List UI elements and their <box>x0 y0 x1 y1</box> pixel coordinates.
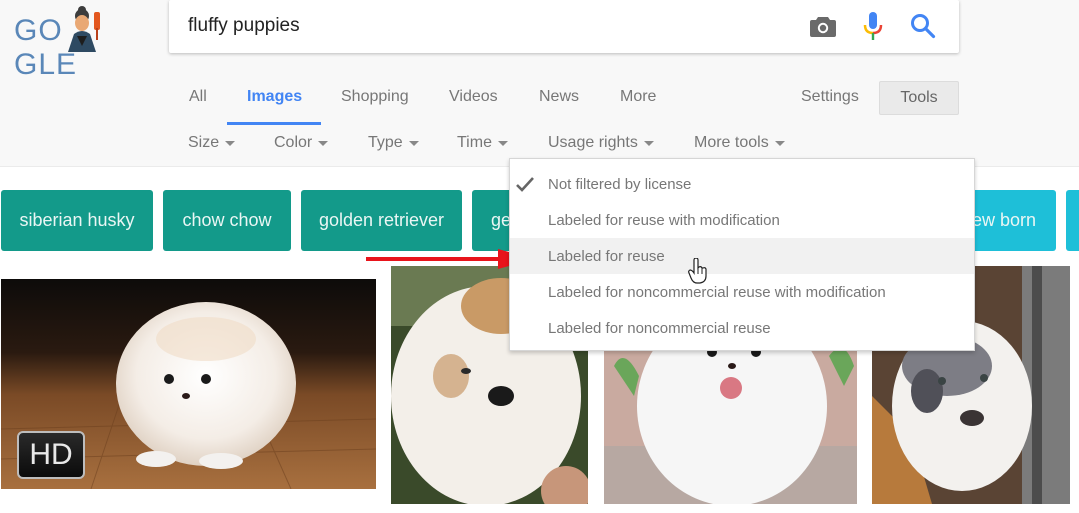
menu-item-label: Labeled for noncommercial reuse <box>548 319 771 337</box>
filter-type[interactable]: Type <box>368 134 419 152</box>
filter-usage-rights-label: Usage rights <box>548 134 638 151</box>
chip-chow-chow[interactable]: chow chow <box>163 190 291 251</box>
tools-button[interactable]: Tools <box>879 81 959 115</box>
tab-news[interactable]: News <box>539 88 579 106</box>
caret-down-icon <box>225 140 236 146</box>
search-box <box>169 0 959 53</box>
filter-usage-rights[interactable]: Usage rights <box>548 134 654 152</box>
chip-golden-retriever[interactable]: golden retriever <box>301 190 462 251</box>
search-button[interactable] <box>907 10 939 42</box>
filter-color-label: Color <box>274 134 313 151</box>
menu-item-label: Labeled for reuse with modification <box>548 211 780 229</box>
caret-down-icon <box>497 140 508 146</box>
menu-item-noncommercial-reuse-with-modification[interactable]: Labeled for noncommercial reuse with mod… <box>510 274 974 310</box>
menu-item-label: Labeled for noncommercial reuse with mod… <box>548 283 886 301</box>
settings-link[interactable]: Settings <box>801 88 859 106</box>
filter-size[interactable]: Size <box>188 134 236 152</box>
search-by-image-button[interactable] <box>807 10 839 42</box>
caret-down-icon <box>643 140 654 146</box>
tab-images[interactable]: Images <box>247 88 302 106</box>
google-images-page: GOGLE fluffy puppies All Images Shopping… <box>0 0 1079 513</box>
tab-videos[interactable]: Videos <box>449 88 498 106</box>
caret-down-icon <box>408 140 419 146</box>
menu-item-label: Labeled for reuse <box>548 247 665 265</box>
chip-siberian-husky[interactable]: siberian husky <box>1 190 153 251</box>
hd-badge: HD <box>17 431 85 479</box>
filter-type-label: Type <box>368 134 403 151</box>
tool-filters: Size Color Type Time Usage rights More t… <box>0 134 1079 156</box>
filter-time[interactable]: Time <box>457 134 508 152</box>
menu-item-reuse[interactable]: Labeled for reuse <box>510 238 974 274</box>
menu-item-not-filtered[interactable]: Not filtered by license <box>510 166 974 202</box>
camera-icon <box>810 17 836 37</box>
hd-badge-label: HD <box>29 438 73 471</box>
header: GOGLE fluffy puppies All Images Shopping… <box>0 0 1079 167</box>
chip-label: ew born <box>971 210 1036 230</box>
usage-rights-menu: Not filtered by license Labeled for reus… <box>509 158 975 351</box>
menu-item-reuse-with-modification[interactable]: Labeled for reuse with modification <box>510 202 974 238</box>
filter-time-label: Time <box>457 134 492 151</box>
chip-label: golden retriever <box>318 210 445 230</box>
checkmark-icon <box>516 177 534 192</box>
filter-more-tools[interactable]: More tools <box>694 134 785 152</box>
menu-item-noncommercial-reuse[interactable]: Labeled for noncommercial reuse <box>510 310 974 346</box>
tab-all[interactable]: All <box>189 88 207 106</box>
google-logo[interactable]: GOGLE <box>12 4 134 81</box>
caret-down-icon <box>318 140 329 146</box>
tools-label: Tools <box>900 89 938 106</box>
voice-search-button[interactable] <box>857 10 889 42</box>
chip-label: siberian husky <box>19 210 135 230</box>
chip-label: chow chow <box>182 210 272 230</box>
chip-next[interactable] <box>1066 190 1079 251</box>
doodle-figure-icon <box>68 6 100 52</box>
filter-size-label: Size <box>188 134 220 151</box>
hand-pointer-cursor-icon <box>688 258 707 284</box>
microphone-icon <box>863 12 883 40</box>
filter-color[interactable]: Color <box>274 134 329 152</box>
image-result[interactable]: HD <box>1 279 376 489</box>
search-icon <box>911 14 936 39</box>
caret-down-icon <box>774 140 785 146</box>
tab-more[interactable]: More <box>620 88 656 106</box>
filter-more-tools-label: More tools <box>694 134 769 151</box>
menu-item-label: Not filtered by license <box>548 175 692 193</box>
search-input[interactable] <box>188 12 788 40</box>
tab-shopping[interactable]: Shopping <box>341 88 409 106</box>
active-tab-indicator <box>227 122 321 125</box>
